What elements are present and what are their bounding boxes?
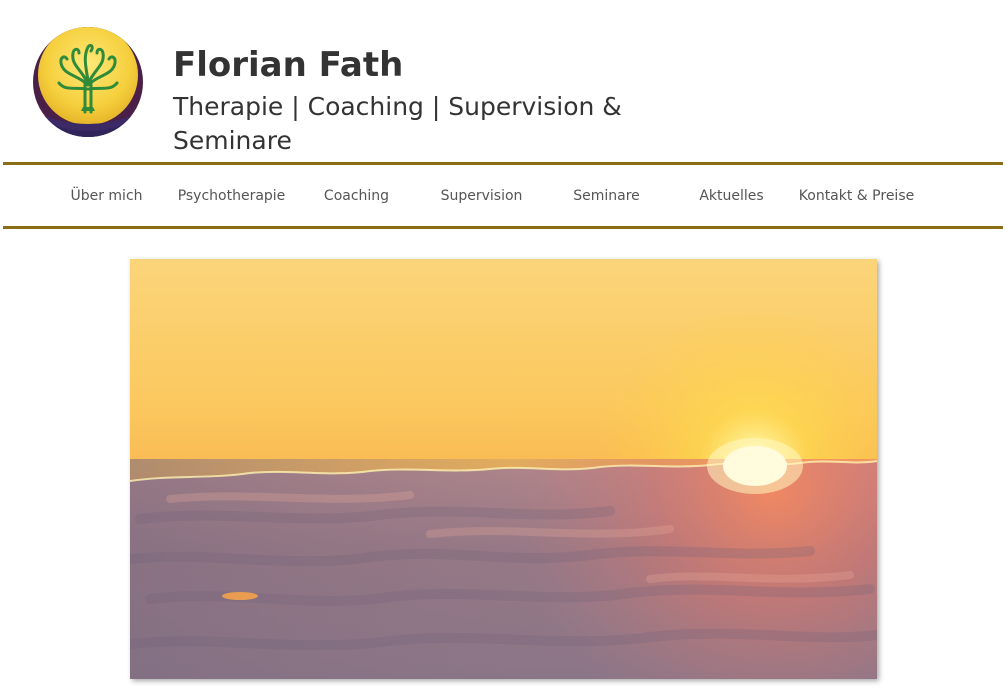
site-title[interactable]: Florian Fath (173, 45, 403, 85)
page: Florian Fath Therapie | Coaching | Super… (0, 0, 1005, 700)
nav-item-coaching[interactable]: Coaching (294, 188, 419, 204)
nav-item-seminare[interactable]: Seminare (544, 188, 669, 204)
nav-item-aktuelles[interactable]: Aktuelles (669, 188, 794, 204)
tree-logo-icon[interactable] (33, 27, 143, 137)
hero-image (130, 259, 877, 679)
main-nav: Über mich Psychotherapie Coaching Superv… (44, 165, 919, 226)
nav-item-kontakt-preise[interactable]: Kontakt & Preise (794, 188, 919, 204)
nav-item-supervision[interactable]: Supervision (419, 188, 544, 204)
nav-item-psychotherapie[interactable]: Psychotherapie (169, 188, 294, 204)
nav-item-ueber-mich[interactable]: Über mich (44, 188, 169, 204)
site-tagline: Therapie | Coaching | Supervision & Semi… (173, 92, 622, 155)
nav-bottom-divider (3, 226, 1003, 229)
